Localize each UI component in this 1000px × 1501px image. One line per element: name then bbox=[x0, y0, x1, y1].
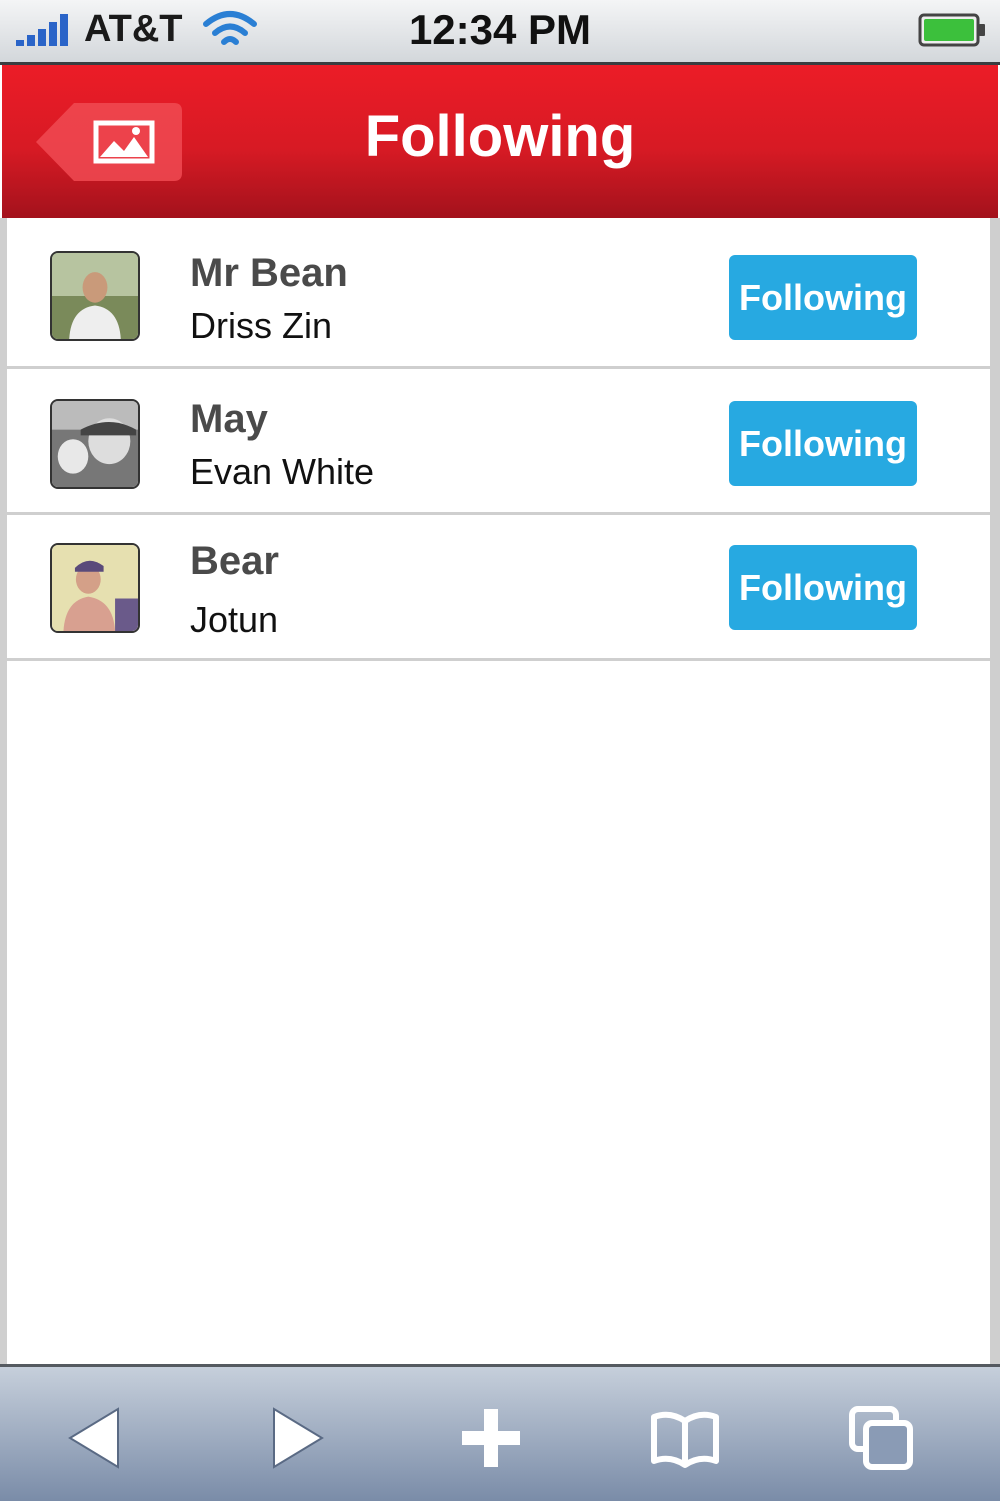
list-item[interactable]: Bear Jotun Following bbox=[7, 515, 990, 661]
user-subtitle: Driss Zin bbox=[190, 305, 332, 346]
user-name: Mr Bean bbox=[190, 251, 348, 295]
user-subtitle: Evan White bbox=[190, 451, 375, 492]
avatar[interactable] bbox=[50, 543, 140, 633]
following-list: Mr Bean Driss Zin Following May Evan Whi… bbox=[0, 218, 1000, 1364]
forward-arrow-icon[interactable] bbox=[262, 1403, 332, 1473]
avatar[interactable] bbox=[50, 399, 140, 489]
following-button[interactable]: Following bbox=[729, 545, 917, 630]
battery-icon bbox=[918, 13, 985, 47]
following-button[interactable]: Following bbox=[729, 255, 917, 340]
bookmarks-icon[interactable] bbox=[650, 1403, 720, 1473]
nav-bar: Following bbox=[2, 65, 998, 218]
status-bar: AT&T 12:34 PM bbox=[0, 0, 1000, 65]
user-subtitle: Jotun bbox=[190, 599, 279, 640]
list-item[interactable]: Mr Bean Driss Zin Following bbox=[7, 223, 990, 369]
avatar[interactable] bbox=[50, 251, 140, 341]
following-button[interactable]: Following bbox=[729, 401, 917, 486]
user-name: May bbox=[190, 397, 268, 441]
back-arrow-icon[interactable] bbox=[60, 1403, 130, 1473]
page-title: Following bbox=[364, 104, 636, 169]
pages-icon[interactable] bbox=[846, 1403, 916, 1473]
plus-icon[interactable] bbox=[456, 1403, 526, 1473]
list-item[interactable]: May Evan White Following bbox=[7, 369, 990, 515]
bottom-toolbar bbox=[0, 1364, 1000, 1501]
status-time: 12:34 PM bbox=[408, 6, 592, 53]
user-name: Bear bbox=[190, 539, 279, 583]
